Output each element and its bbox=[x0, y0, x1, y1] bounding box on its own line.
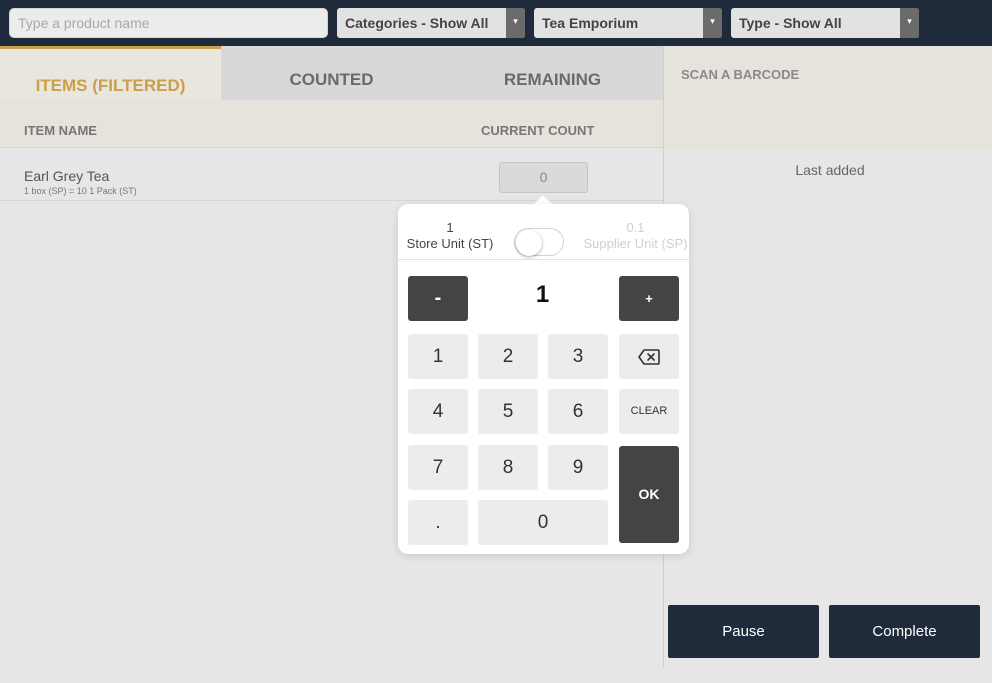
table-header: ITEM NAME CURRENT COUNT bbox=[0, 100, 663, 148]
key-4[interactable]: 4 bbox=[408, 389, 468, 434]
key-decimal[interactable]: . bbox=[408, 500, 468, 545]
unit-toggle-row: 1 Store Unit (ST) 0.1 Supplier Unit (SP) bbox=[398, 204, 689, 260]
chevron-down-icon: ▾ bbox=[900, 8, 919, 38]
scan-barcode-area[interactable]: SCAN A BARCODE bbox=[664, 46, 992, 150]
backspace-button[interactable] bbox=[619, 334, 679, 379]
ok-button[interactable]: OK bbox=[619, 446, 679, 543]
pause-button[interactable]: Pause bbox=[668, 605, 819, 658]
supplier-unit-option[interactable]: 0.1 Supplier Unit (SP) bbox=[578, 220, 693, 252]
backspace-icon bbox=[638, 349, 660, 365]
key-1[interactable]: 1 bbox=[408, 334, 468, 379]
key-7[interactable]: 7 bbox=[408, 445, 468, 490]
store-dropdown-label: Tea Emporium bbox=[542, 15, 639, 31]
item-unit-conversion: 1 box (SP) = 10 1 Pack (ST) bbox=[24, 186, 137, 196]
product-search-input[interactable] bbox=[9, 8, 328, 38]
clear-button[interactable]: CLEAR bbox=[619, 389, 679, 434]
toggle-knob bbox=[516, 230, 542, 256]
quantity-display: 1 bbox=[535, 281, 550, 308]
store-unit-value: 1 bbox=[446, 220, 454, 235]
key-6[interactable]: 6 bbox=[548, 389, 608, 434]
tab-remaining-label: REMAINING bbox=[503, 70, 602, 89]
store-unit-label: Store Unit (ST) bbox=[406, 236, 494, 251]
key-9[interactable]: 9 bbox=[548, 445, 608, 490]
chevron-down-icon: ▾ bbox=[703, 8, 722, 38]
tab-items-filtered-label: ITEMS (FILTERED) bbox=[35, 76, 186, 95]
supplier-unit-value: 0.1 bbox=[626, 220, 645, 235]
categories-dropdown-label: Categories - Show All bbox=[345, 15, 489, 31]
item-name: Earl Grey Tea bbox=[24, 168, 110, 184]
key-0[interactable]: 0 bbox=[478, 500, 608, 545]
top-bar: Categories - Show All ▾ Tea Emporium ▾ T… bbox=[0, 0, 992, 46]
table-row[interactable]: Earl Grey Tea 1 box (SP) = 10 1 Pack (ST… bbox=[0, 149, 663, 201]
column-header-current-count: CURRENT COUNT bbox=[481, 123, 595, 138]
last-added-label: Last added bbox=[795, 162, 865, 178]
key-8[interactable]: 8 bbox=[478, 445, 538, 490]
unit-toggle[interactable] bbox=[514, 228, 564, 256]
tab-items-filtered[interactable]: ITEMS (FILTERED) bbox=[0, 46, 221, 100]
key-5[interactable]: 5 bbox=[478, 389, 538, 434]
supplier-unit-label: Supplier Unit (SP) bbox=[583, 236, 688, 251]
key-2[interactable]: 2 bbox=[478, 334, 538, 379]
type-dropdown-label: Type - Show All bbox=[739, 15, 842, 31]
scan-barcode-label: SCAN A BARCODE bbox=[681, 67, 800, 82]
chevron-down-icon: ▾ bbox=[506, 8, 525, 38]
store-dropdown[interactable]: Tea Emporium ▾ bbox=[534, 8, 722, 38]
column-header-item-name: ITEM NAME bbox=[24, 123, 97, 138]
key-3[interactable]: 3 bbox=[548, 334, 608, 379]
tab-remaining[interactable]: REMAINING bbox=[442, 46, 663, 100]
complete-button[interactable]: Complete bbox=[829, 605, 980, 658]
increment-button[interactable]: + bbox=[619, 276, 679, 321]
decrement-button[interactable]: - bbox=[408, 276, 468, 321]
tab-bar: ITEMS (FILTERED) COUNTED REMAINING bbox=[0, 46, 663, 100]
store-unit-option[interactable]: 1 Store Unit (ST) bbox=[398, 220, 502, 252]
type-dropdown[interactable]: Type - Show All ▾ bbox=[731, 8, 919, 38]
current-count-field[interactable]: 0 bbox=[499, 162, 588, 193]
tab-counted[interactable]: COUNTED bbox=[221, 46, 442, 100]
tab-counted-label: COUNTED bbox=[289, 70, 374, 89]
categories-dropdown[interactable]: Categories - Show All ▾ bbox=[337, 8, 525, 38]
